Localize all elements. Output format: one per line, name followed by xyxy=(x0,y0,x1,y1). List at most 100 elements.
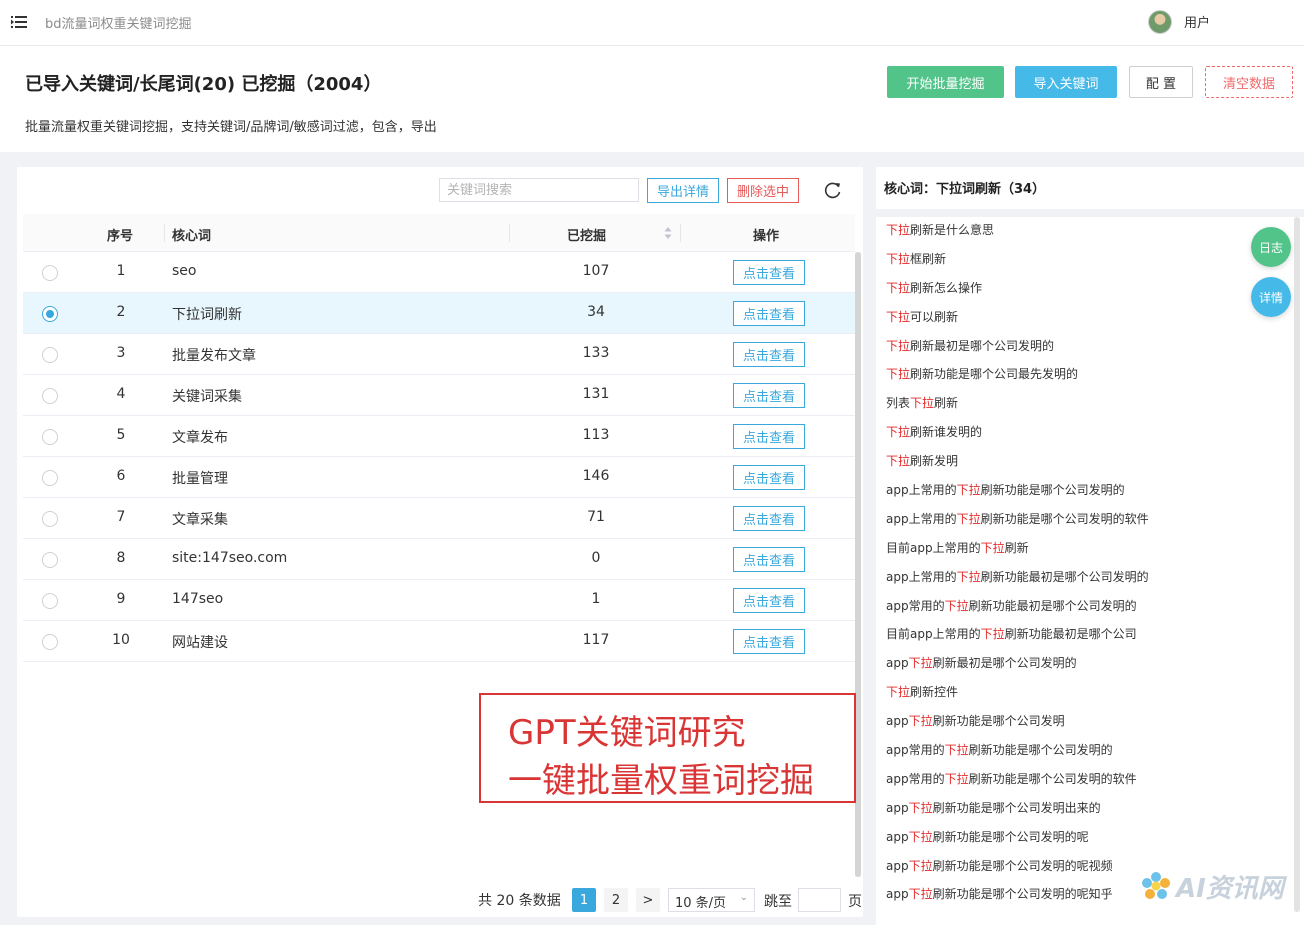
detail-keyword-item: app常用的下拉刷新功能是哪个公司发明的 xyxy=(886,743,1113,758)
row-keyword: 批量管理 xyxy=(172,471,228,487)
row-radio[interactable] xyxy=(42,470,58,486)
detail-keyword-item: 下拉刷新功能是哪个公司最先发明的 xyxy=(886,367,1079,382)
detail-keyword-item: app常用的下拉刷新功能最初是哪个公司发明的 xyxy=(886,598,1137,613)
user-name[interactable]: 用户 xyxy=(1184,12,1210,31)
column-header-count[interactable]: 已挖掘 xyxy=(567,225,606,244)
table-row[interactable]: 9 147seo 1 点击查看 xyxy=(23,580,855,621)
view-details-button[interactable]: 点击查看 xyxy=(733,629,805,654)
row-count: 0 xyxy=(591,550,601,566)
detail-float-button[interactable]: 详情 xyxy=(1251,277,1291,317)
column-header-action: 操作 xyxy=(753,229,780,244)
view-details-button[interactable]: 点击查看 xyxy=(733,588,805,613)
menu-toggle-icon[interactable] xyxy=(11,15,27,29)
row-count: 117 xyxy=(582,632,610,648)
detail-keyword-item: app下拉刷新功能是哪个公司发明出来的 xyxy=(886,800,1101,815)
row-count: 146 xyxy=(582,468,610,484)
header-panel: 已导入关键词/长尾词(20) 已挖掘（2004） 批量流量权重关键词挖掘，支持关… xyxy=(0,46,1304,152)
row-count: 34 xyxy=(587,304,605,320)
row-radio[interactable] xyxy=(42,429,58,445)
keyword-highlight: 下拉 xyxy=(944,743,969,758)
row-radio[interactable] xyxy=(42,388,58,404)
export-details-button[interactable]: 导出详情 xyxy=(647,178,719,203)
row-index: 7 xyxy=(116,509,126,525)
table-row[interactable]: 6 批量管理 146 点击查看 xyxy=(23,457,855,498)
table-row[interactable]: 1 seo 107 点击查看 xyxy=(23,252,855,293)
keyword-highlight: 下拉 xyxy=(908,829,933,844)
table-row[interactable]: 8 site:147seo.com 0 点击查看 xyxy=(23,539,855,580)
table-row[interactable]: 5 文章发布 113 点击查看 xyxy=(23,416,855,457)
detail-keyword-item: 下拉框刷新 xyxy=(886,251,947,266)
keyword-highlight: 下拉 xyxy=(908,887,933,902)
keyword-highlight: 下拉 xyxy=(908,800,933,815)
detail-keyword-list: 下拉刷新是什么意思 下拉框刷新 下拉刷新怎么操作 下拉可以刷新 下拉刷新最初是哪个公司发… xyxy=(886,220,1276,913)
keyword-table: 序号 核心词 已挖掘 操作 1 seo 107 点击查看 2 下拉词刷新 34 点击查看 3 批量… xyxy=(23,214,855,662)
page-2-button[interactable]: 2 xyxy=(604,888,628,912)
detail-keyword-item: 下拉刷新谁发明的 xyxy=(886,425,983,440)
detail-keyword-item: 目前app上常用的下拉刷新 xyxy=(886,540,1029,555)
row-index: 8 xyxy=(116,550,126,566)
import-keywords-button[interactable]: 导入关键词 xyxy=(1015,66,1117,98)
refresh-icon[interactable] xyxy=(823,180,843,200)
row-keyword: 批量发布文章 xyxy=(172,348,256,364)
row-count: 71 xyxy=(587,509,605,525)
keyword-highlight: 下拉 xyxy=(886,251,911,266)
detail-keyword-item: 列表下拉刷新 xyxy=(886,396,959,411)
keyword-highlight: 下拉 xyxy=(956,511,981,526)
keyword-search-input[interactable] xyxy=(439,178,639,202)
page-1-button[interactable]: 1 xyxy=(572,888,596,912)
keyword-highlight: 下拉 xyxy=(910,396,935,411)
goto-page-input[interactable] xyxy=(798,888,841,912)
view-details-button[interactable]: 点击查看 xyxy=(733,301,805,326)
next-page-button[interactable]: > xyxy=(636,888,660,912)
detail-scrollbar[interactable] xyxy=(1294,217,1300,912)
view-details-button[interactable]: 点击查看 xyxy=(733,506,805,531)
row-radio[interactable] xyxy=(42,306,58,322)
page-size-select[interactable]: 10 条/页 ⌄ xyxy=(668,888,755,912)
detail-keyword-item: app下拉刷新功能是哪个公司发明 xyxy=(886,714,1065,729)
goto-suffix: 页 xyxy=(848,894,862,910)
delete-selected-button[interactable]: 删除选中 xyxy=(727,178,799,203)
config-button[interactable]: 配 置 xyxy=(1129,66,1193,98)
row-index: 10 xyxy=(112,632,130,648)
sort-icon[interactable] xyxy=(664,226,672,240)
view-details-button[interactable]: 点击查看 xyxy=(733,342,805,367)
row-index: 3 xyxy=(116,345,126,361)
row-count: 1 xyxy=(591,591,601,607)
row-radio[interactable] xyxy=(42,347,58,363)
log-float-button[interactable]: 日志 xyxy=(1251,227,1291,267)
view-details-button[interactable]: 点击查看 xyxy=(733,465,805,490)
row-keyword: 147seo xyxy=(172,591,224,607)
row-radio[interactable] xyxy=(42,634,58,650)
table-row[interactable]: 10 网站建设 117 点击查看 xyxy=(23,621,855,662)
keyword-highlight: 下拉 xyxy=(886,685,911,700)
view-details-button[interactable]: 点击查看 xyxy=(733,260,805,285)
clear-data-button[interactable]: 清空数据 xyxy=(1205,66,1293,98)
divider xyxy=(876,209,1304,217)
view-details-button[interactable]: 点击查看 xyxy=(733,383,805,408)
keyword-highlight: 下拉 xyxy=(956,483,981,498)
detail-keyword-item: app下拉刷新最初是哪个公司发明的 xyxy=(886,656,1077,671)
app-title: bd流量词权重关键词挖掘 xyxy=(45,17,192,32)
row-radio[interactable] xyxy=(42,593,58,609)
detail-keyword-item: app下拉刷新功能是哪个公司发明的呢 xyxy=(886,829,1089,844)
page-size-value: 10 条/页 xyxy=(675,896,727,911)
view-details-button[interactable]: 点击查看 xyxy=(733,424,805,449)
row-radio[interactable] xyxy=(42,265,58,281)
column-divider xyxy=(164,224,165,242)
column-divider xyxy=(680,224,681,242)
table-row[interactable]: 3 批量发布文章 133 点击查看 xyxy=(23,334,855,375)
table-row[interactable]: 2 下拉词刷新 34 点击查看 xyxy=(23,293,855,334)
row-index: 9 xyxy=(116,591,126,607)
detail-keyword-item: 目前app上常用的下拉刷新功能最初是哪个公司 xyxy=(886,627,1137,642)
start-batch-mining-button[interactable]: 开始批量挖掘 xyxy=(887,66,1004,98)
view-details-button[interactable]: 点击查看 xyxy=(733,547,805,572)
detail-keyword-item: 下拉刷新是什么意思 xyxy=(886,223,995,237)
keyword-highlight: 下拉 xyxy=(908,858,933,873)
row-radio[interactable] xyxy=(42,511,58,527)
row-index: 4 xyxy=(116,386,126,402)
table-row[interactable]: 7 文章采集 71 点击查看 xyxy=(23,498,855,539)
user-avatar[interactable] xyxy=(1148,10,1172,34)
keyword-table-panel: 导出详情 删除选中 序号 核心词 已挖掘 操作 1seo107点击查看2下拉词刷… xyxy=(17,167,863,917)
row-radio[interactable] xyxy=(42,552,58,568)
table-row[interactable]: 4 关键词采集 131 点击查看 xyxy=(23,375,855,416)
